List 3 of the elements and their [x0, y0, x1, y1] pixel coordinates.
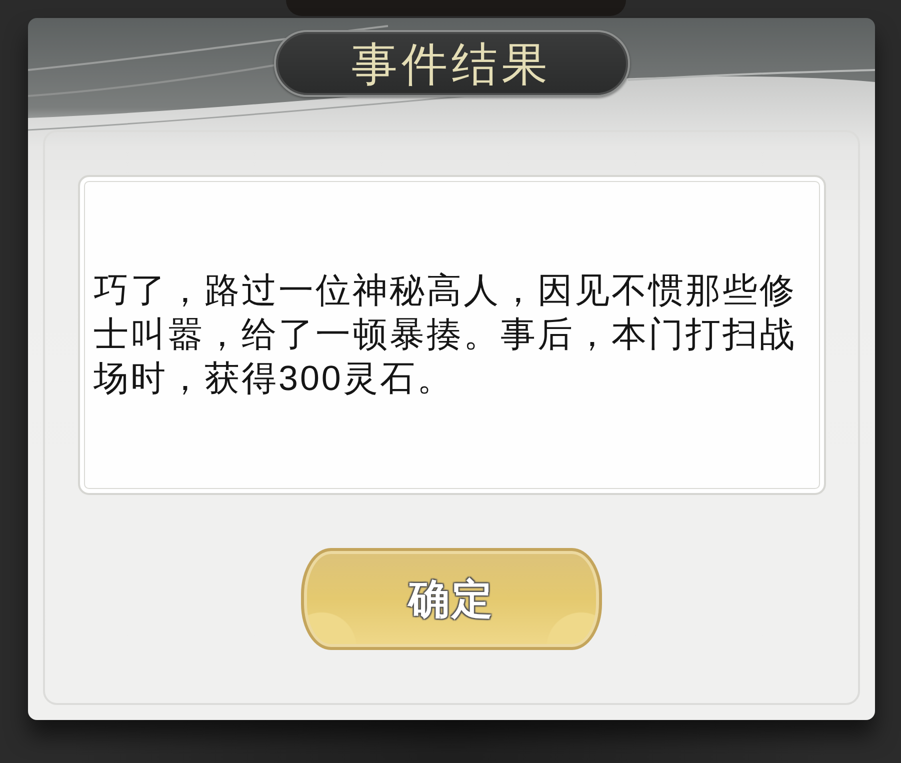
dialog-title: 事件结果	[274, 30, 630, 97]
event-message: 巧了，路过一位神秘高人，因见不惯那些修士叫嚣，给了一顿暴揍。事后，本门打扫战场时，获得300灵石。	[94, 270, 798, 400]
confirm-button[interactable]: 确定	[301, 548, 602, 650]
